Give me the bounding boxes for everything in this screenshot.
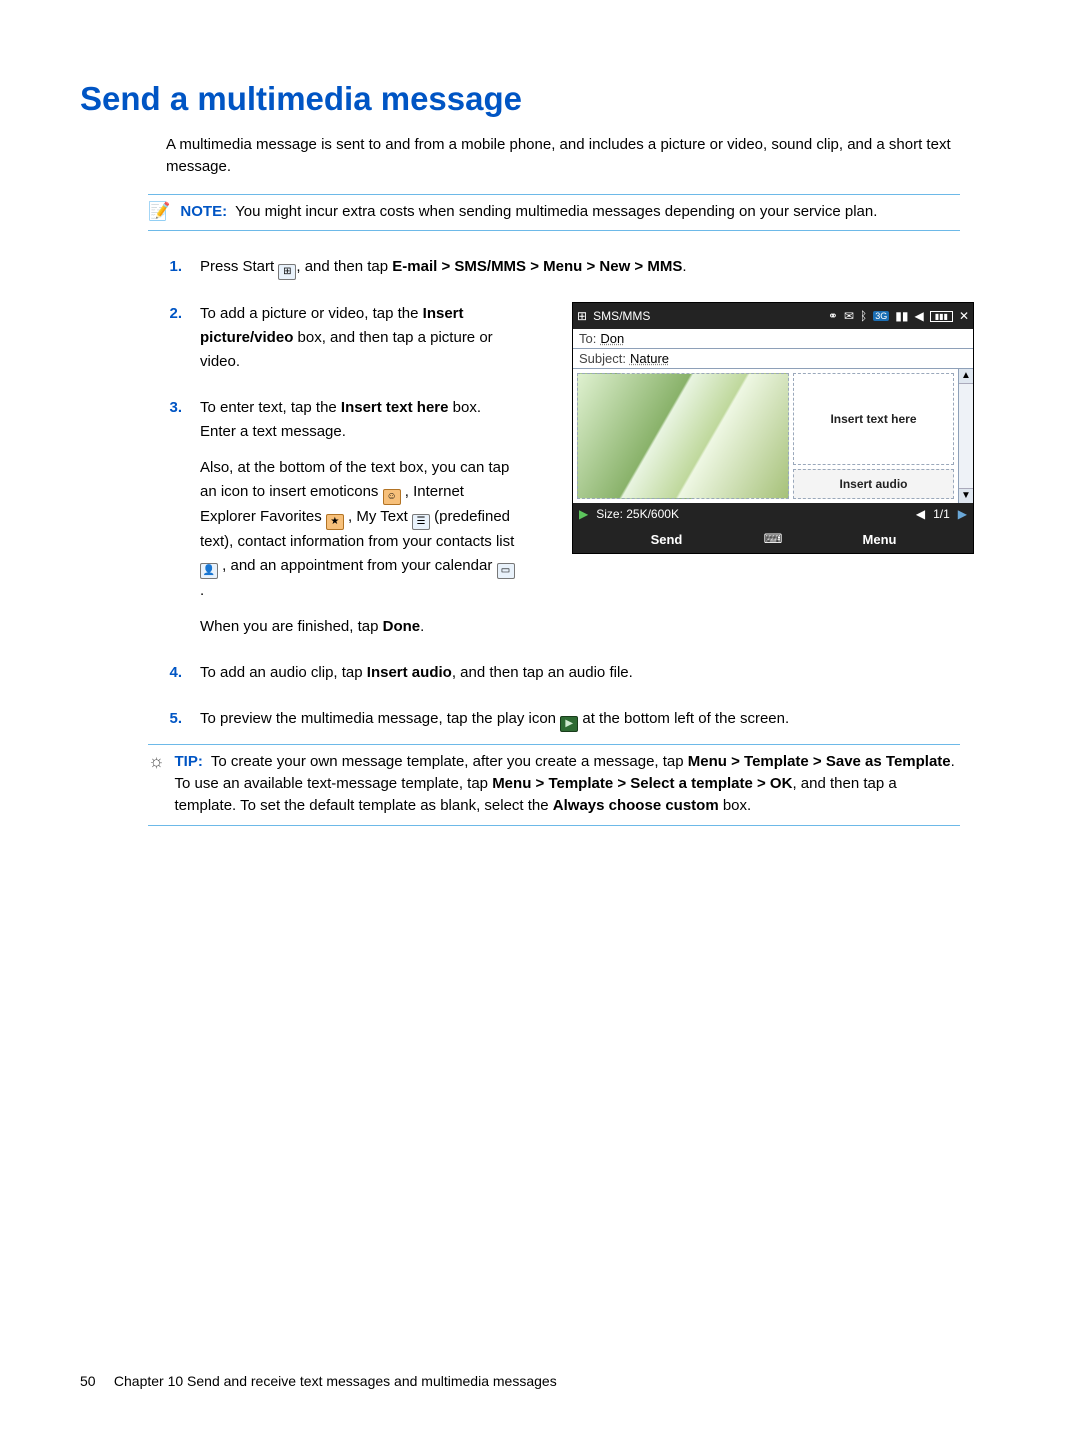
tip-callout: ☼ TIP:To create your own message templat… xyxy=(148,744,960,825)
bluetooth-icon: ᛒ xyxy=(860,309,867,323)
step-text: . xyxy=(420,618,424,635)
emoticon-icon: ☺ xyxy=(383,489,401,505)
step-bold: Insert text here xyxy=(341,399,449,416)
voicemail-icon: ⚭ xyxy=(828,309,838,323)
step-bold: Done xyxy=(383,618,421,635)
step-text: . xyxy=(682,258,686,275)
volume-icon: ◀ xyxy=(914,309,923,323)
step-text: To preview the multimedia message, tap t… xyxy=(200,710,560,727)
step-2: 2. To add a picture or video, tap the In… xyxy=(166,302,546,374)
mail-icon: ✉ xyxy=(844,309,854,323)
step-number: 5. xyxy=(166,707,182,732)
intro-text: A multimedia message is sent to and from… xyxy=(166,134,960,178)
step-text: at the bottom left of the screen. xyxy=(578,710,789,727)
note-text: You might incur extra costs when sending… xyxy=(235,203,877,220)
step-text: When you are finished, tap xyxy=(200,618,383,635)
step-text: To add a picture or video, tap the xyxy=(200,305,423,322)
size-text: Size: 25K/600K xyxy=(596,507,679,521)
favorites-icon: ★ xyxy=(326,514,344,530)
step-path: E-mail > SMS/MMS > Menu > New > MMS xyxy=(392,258,682,275)
play-icon: ▶ xyxy=(560,716,578,732)
step-text: , and then tap an audio file. xyxy=(452,664,633,681)
note-callout: 📝 NOTE:You might incur extra costs when … xyxy=(148,194,960,232)
close-icon[interactable]: ✕ xyxy=(959,309,969,323)
step-text: To enter text, tap the xyxy=(200,399,341,416)
tip-bold: Always choose custom xyxy=(553,797,719,814)
scroll-up-icon[interactable]: ▲ xyxy=(959,369,973,384)
prev-page-icon[interactable]: ◀ xyxy=(916,507,925,521)
step-number: 3. xyxy=(166,396,182,639)
windows-flag-icon: ⊞ xyxy=(577,309,587,323)
scroll-down-icon[interactable]: ▼ xyxy=(959,488,973,503)
step-text: , and an appointment from your calendar xyxy=(218,557,497,574)
note-icon: 📝 xyxy=(148,201,170,223)
to-value: Don xyxy=(600,331,624,346)
tip-label: TIP: xyxy=(175,753,211,770)
network-3g-icon: 3G xyxy=(873,311,889,321)
subject-label: Subject: xyxy=(579,351,630,366)
mytext-icon: ☰ xyxy=(412,514,430,530)
step-text: Press Start xyxy=(200,258,278,275)
start-icon: ⊞ xyxy=(278,264,296,280)
step-text: , My Text xyxy=(344,508,412,525)
tip-bold: Menu > Template > Select a template > OK xyxy=(492,775,792,792)
step-text: , and then tap xyxy=(296,258,392,275)
step-text: . xyxy=(200,582,204,599)
step-3: 3. To enter text, tap the Insert text he… xyxy=(166,396,546,639)
step-5: 5. To preview the multimedia message, ta… xyxy=(166,707,960,732)
step-1: 1. Press Start ⊞, and then tap E-mail > … xyxy=(166,255,960,280)
insert-text-box[interactable]: Insert text here xyxy=(793,373,954,465)
page-title: Send a multimedia message xyxy=(80,80,1000,118)
tip-icon: ☼ xyxy=(148,751,165,773)
insert-audio-box[interactable]: Insert audio xyxy=(793,469,954,499)
mms-screenshot: ⊞ SMS/MMS ⚭ ✉ ᛒ 3G ▮▮ ◀ ▮▮▮ ✕ To:Don xyxy=(572,302,974,554)
calendar-icon: ▭ xyxy=(497,563,515,579)
to-label: To: xyxy=(579,331,600,346)
page-footer: 50 Chapter 10 Send and receive text mess… xyxy=(80,1373,557,1389)
note-label: NOTE: xyxy=(180,203,235,220)
step-number: 1. xyxy=(166,255,182,280)
play-icon[interactable]: ▶ xyxy=(579,507,588,521)
tip-text: box. xyxy=(719,797,752,814)
menu-button[interactable]: Menu xyxy=(786,532,973,547)
keyboard-icon[interactable]: ⌨ xyxy=(760,531,786,547)
to-field[interactable]: To:Don xyxy=(573,329,973,349)
send-button[interactable]: Send xyxy=(573,532,760,547)
chapter-title: Chapter 10 Send and receive text message… xyxy=(114,1373,557,1389)
pager-text: 1/1 xyxy=(933,507,950,521)
next-page-icon[interactable]: ▶ xyxy=(958,507,967,521)
tip-bold: Menu > Template > Save as Template xyxy=(688,753,951,770)
subject-value: Nature xyxy=(630,351,669,366)
step-bold: Insert audio xyxy=(367,664,452,681)
signal-icon: ▮▮ xyxy=(895,309,908,323)
step-4: 4. To add an audio clip, tap Insert audi… xyxy=(166,661,960,685)
step-number: 4. xyxy=(166,661,182,685)
screenshot-title: SMS/MMS xyxy=(593,309,650,323)
subject-field[interactable]: Subject:Nature xyxy=(573,349,973,369)
page-number: 50 xyxy=(80,1373,110,1389)
tip-text: To create your own message template, aft… xyxy=(211,753,688,770)
contacts-icon: 👤 xyxy=(200,563,218,579)
battery-icon: ▮▮▮ xyxy=(930,311,953,322)
step-number: 2. xyxy=(166,302,182,374)
step-text: To add an audio clip, tap xyxy=(200,664,367,681)
picture-video-box[interactable] xyxy=(577,373,789,499)
scrollbar[interactable]: ▲ ▼ xyxy=(958,369,973,503)
